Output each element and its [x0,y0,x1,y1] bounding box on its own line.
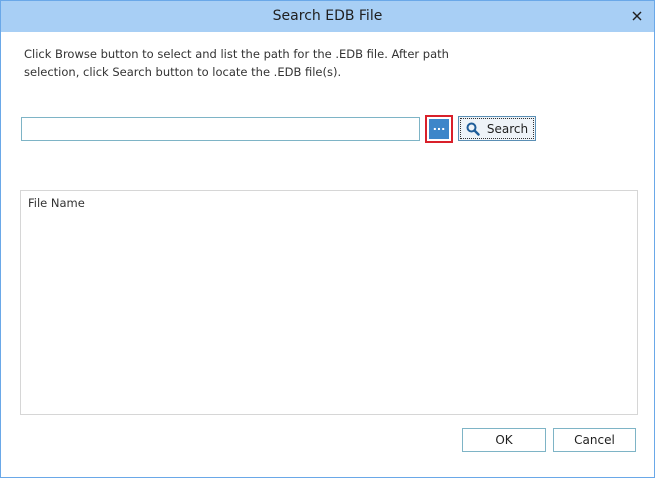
close-icon [632,11,642,21]
file-name-column-header: File Name [28,196,85,210]
title-bar: Search EDB File [1,1,654,32]
instructions-line-1: Click Browse button to select and list t… [24,47,449,61]
instructions-line-2: selection, click Search button to locate… [24,65,342,79]
file-list[interactable]: File Name [20,190,638,415]
close-button[interactable] [628,7,646,25]
search-button[interactable]: Search [458,116,536,141]
instructions-text: Click Browse button to select and list t… [24,45,464,81]
search-edb-dialog: Search EDB File Click Browse button to s… [0,0,655,478]
browse-button[interactable]: ... [429,119,449,139]
magnifier-icon [466,122,480,136]
window-title: Search EDB File [272,8,383,24]
cancel-button[interactable]: Cancel [553,428,636,452]
dialog-body: Click Browse button to select and list t… [7,32,648,471]
path-input[interactable] [21,117,420,141]
ok-button[interactable]: OK [462,428,546,452]
browse-button-highlight[interactable]: ... [425,115,453,143]
search-button-label: Search [486,121,529,136]
